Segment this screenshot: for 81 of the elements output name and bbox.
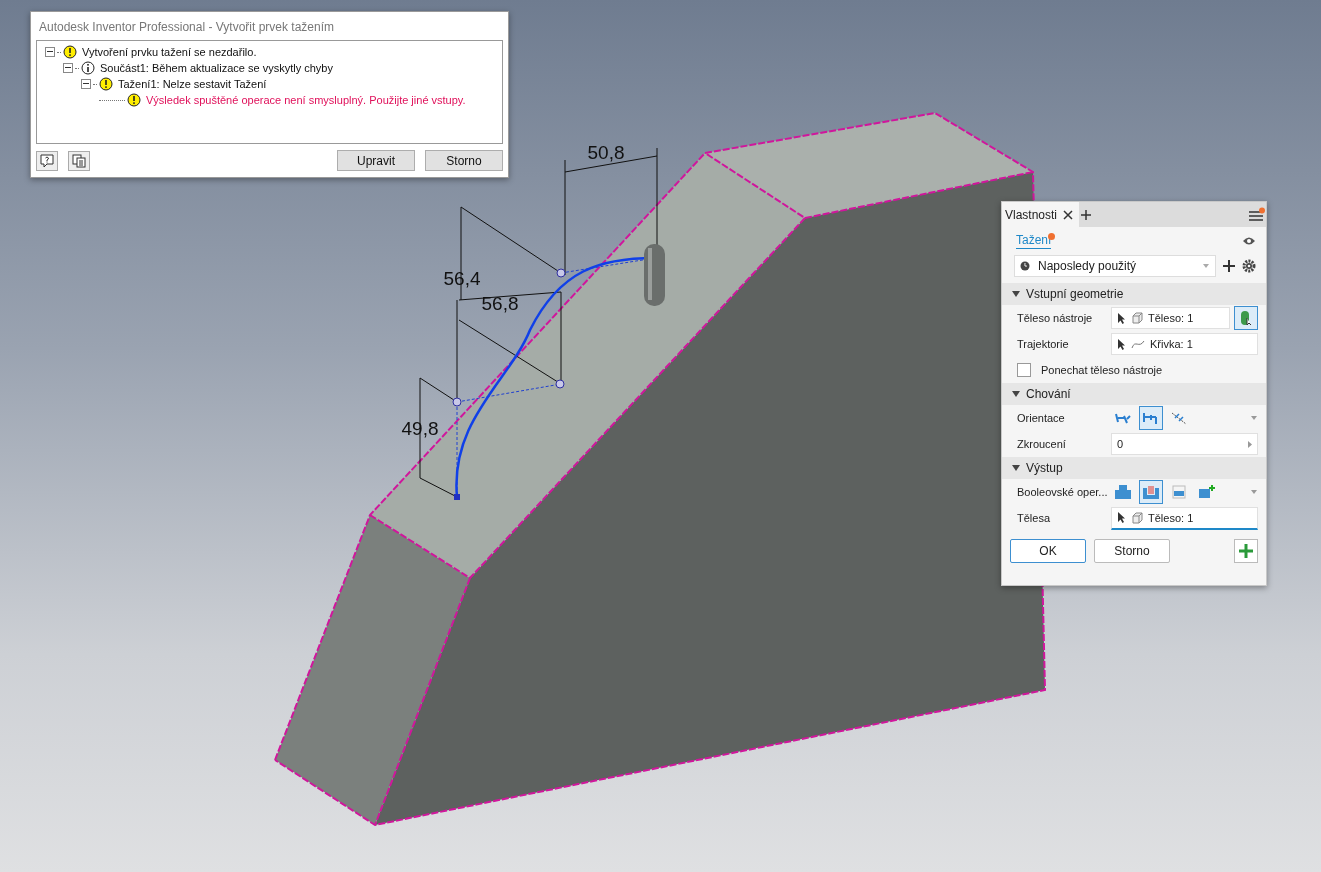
field-label: Zkroucení [1017,438,1067,450]
collapse-toggle[interactable] [81,79,91,89]
apply-button[interactable] [1234,539,1258,563]
cursor-icon [1117,511,1126,524]
cylinder-icon [1240,310,1252,326]
plus-icon [1238,543,1254,559]
section-header[interactable]: Výstup [1002,457,1266,479]
join-icon [1114,484,1132,500]
dropdown-icon [1250,489,1258,495]
orientation-icon [1142,411,1160,425]
preset-dropdown[interactable]: Naposledy použitý [1014,255,1216,277]
option-button[interactable] [1139,406,1163,430]
selection-field[interactable]: Těleso: 1 [1111,506,1258,530]
field-label: Trajektorie [1017,338,1070,350]
dialog-button[interactable]: Storno [425,150,503,171]
profile-shape [644,244,665,306]
copy-icon [72,153,86,168]
clock-icon [1020,261,1030,271]
dialog-button[interactable]: Upravit [337,150,415,171]
message-text: Tažení1: Nelze sestavit Tažení [118,78,267,90]
number-field[interactable]: 0 [1111,433,1258,455]
caret-icon [1012,391,1020,397]
cube-icon [1131,511,1143,524]
field-value: 0 [1117,438,1124,450]
section-header[interactable]: Vstupní geometrie [1002,283,1266,305]
field-label: Booleovské oper... [1017,486,1107,498]
dimension-value[interactable]: 50,8 [587,142,625,163]
settings-icon [1242,259,1256,273]
selection-field[interactable]: Těleso: 1 [1111,307,1230,329]
panel-tab[interactable]: Vlastnosti [1002,202,1080,227]
dropdown-icon [1202,263,1210,269]
message-text: Vytvoření prvku tažení se nezdařilo. [82,46,257,58]
close-icon [1063,209,1074,220]
orientation-icon [1170,411,1188,425]
tool-body-toggle[interactable] [1234,306,1258,330]
new-solid-icon [1198,484,1216,500]
dimension-value[interactable]: 56,8 [481,293,519,314]
caret-icon [1012,291,1020,297]
panel-button[interactable]: Storno [1094,539,1170,563]
selection-value: Křivka: 1 [1150,338,1193,350]
intersect-icon [1170,484,1188,500]
section-header[interactable]: Chování [1002,383,1266,405]
selection-value: Těleso: 1 [1148,511,1194,524]
field-label: Těleso nástroje [1017,312,1094,324]
warning-icon [127,93,141,107]
warning-icon [99,77,113,91]
plus-icon [1222,259,1236,273]
arrow-icon [1247,440,1252,448]
dimension-value[interactable]: 56,4 [443,268,481,289]
cursor-icon [1117,311,1126,325]
selection-field[interactable]: Křivka: 1 [1111,333,1258,355]
eye-icon [1242,236,1256,246]
panel-button[interactable]: OK [1010,539,1086,563]
dimension-value[interactable]: 49,8 [401,418,439,439]
dropdown-icon [1250,415,1258,421]
cut-icon [1142,484,1160,500]
copy-button[interactable] [68,150,90,171]
feature-tab[interactable]: Tažení [1016,233,1052,249]
warning-icon [63,45,77,59]
checkbox-label: Ponechat těleso nástroje [1041,364,1163,376]
selection-value: Těleso: 1 [1148,312,1194,324]
cursor-icon [1117,337,1126,351]
menu-icon [1248,206,1266,223]
cube-icon [1131,312,1143,324]
info-icon [81,61,95,75]
option-button[interactable] [1139,480,1163,504]
message-text: Součást1: Během aktualizace se vyskytly chyby [100,62,333,74]
help-button[interactable] [36,150,58,171]
orientation-icon [1114,411,1132,425]
help-icon [40,153,54,168]
caret-icon [1012,465,1020,471]
message-text: Výsledek spuštěné operace není smysluplný. Použijte jiné vstupy. [146,94,466,106]
collapse-toggle[interactable] [45,47,55,57]
checkbox[interactable] [1017,363,1031,377]
preset-value: Naposledy použitý [1038,259,1137,273]
window-title: Autodesk Inventor Professional - Vytvořit prvek tažením [38,19,336,36]
curve-icon [1131,339,1145,349]
plus-icon [1079,207,1094,222]
field-label: Tělesa [1017,512,1052,524]
collapse-toggle[interactable] [63,63,73,73]
field-label: Orientace [1017,412,1066,424]
